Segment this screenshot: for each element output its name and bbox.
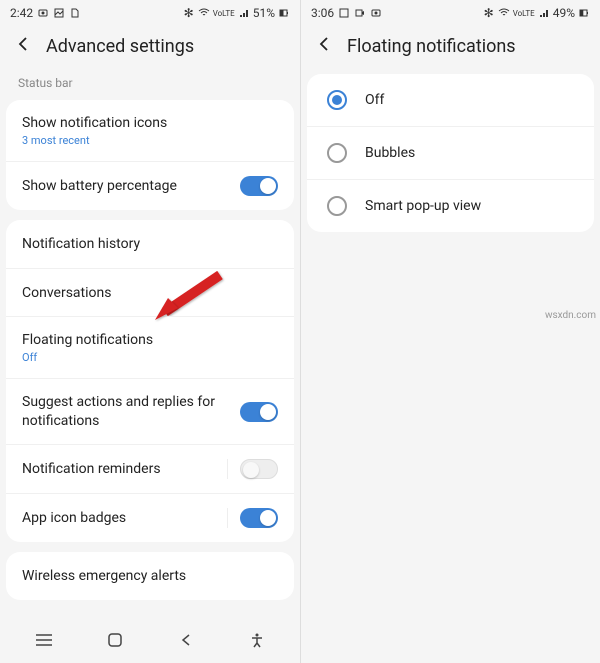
- phone-right: 3:06 ✻ VoLTE 49% Floating notifications …: [300, 0, 600, 663]
- statusbar-left: 2:42 ✻ VoLTE 51%: [0, 0, 300, 26]
- option-off[interactable]: Off: [307, 74, 594, 126]
- nav-back[interactable]: [166, 620, 206, 660]
- nav-home[interactable]: [95, 620, 135, 660]
- volte-label: VoLTE: [513, 9, 535, 18]
- row-title: Show notification icons: [22, 114, 278, 132]
- toggle-reminders[interactable]: [240, 459, 278, 479]
- option-label: Bubbles: [365, 144, 415, 162]
- battery-pct: 51%: [253, 6, 275, 20]
- option-smart[interactable]: Smart pop-up view: [307, 179, 594, 232]
- row-history[interactable]: Notification history: [6, 220, 294, 268]
- image-icon: [338, 7, 350, 19]
- card-emergency: Wireless emergency alerts: [6, 552, 294, 600]
- nav-accessibility[interactable]: [237, 620, 277, 660]
- row-floating[interactable]: Floating notifications Off: [6, 316, 294, 378]
- bluetooth-icon: ✻: [483, 7, 495, 19]
- wifi-icon: [198, 7, 210, 19]
- row-title: Notification history: [22, 235, 278, 253]
- statusbar-right: 3:06 ✻ VoLTE 49%: [301, 0, 600, 26]
- battery-pct: 49%: [553, 6, 575, 20]
- back-icon[interactable]: [315, 34, 333, 58]
- row-reminders[interactable]: Notification reminders: [6, 444, 294, 493]
- row-conversations[interactable]: Conversations: [6, 268, 294, 316]
- clock: 2:42: [10, 6, 33, 20]
- camera-icon: [37, 7, 49, 19]
- option-label: Smart pop-up view: [365, 197, 481, 215]
- navbar-left: [0, 617, 300, 663]
- page-title: Advanced settings: [46, 36, 194, 57]
- header-right: Floating notifications: [301, 26, 600, 70]
- row-title: Wireless emergency alerts: [22, 567, 278, 585]
- radio-icon: [327, 90, 347, 110]
- row-title: Suggest actions and replies for notifica…: [22, 393, 240, 429]
- battery-icon: [578, 7, 590, 19]
- row-title: Show battery percentage: [22, 177, 240, 195]
- row-sub: 3 most recent: [22, 134, 278, 147]
- clock: 3:06: [311, 6, 334, 20]
- row-badges[interactable]: App icon badges: [6, 493, 294, 542]
- image-icon: [53, 7, 65, 19]
- row-title: Conversations: [22, 284, 278, 302]
- row-title: Floating notifications: [22, 331, 278, 349]
- signal-icon: [538, 7, 550, 19]
- watermark: wsxdn.com: [545, 310, 596, 321]
- option-label: Off: [365, 91, 384, 109]
- row-suggest[interactable]: Suggest actions and replies for notifica…: [6, 378, 294, 443]
- signal-icon: [238, 7, 250, 19]
- content-left: Status bar Show notification icons 3 mos…: [0, 70, 300, 617]
- row-show-icons[interactable]: Show notification icons 3 most recent: [6, 100, 294, 161]
- volte-label: VoLTE: [213, 9, 235, 18]
- camera-icon: [370, 7, 382, 19]
- card-statusbar-settings: Show notification icons 3 most recent Sh…: [6, 100, 294, 210]
- row-wireless-alerts[interactable]: Wireless emergency alerts: [6, 552, 294, 600]
- video-icon: [354, 7, 366, 19]
- phone-left: 2:42 ✻ VoLTE 51% Advanced settings Statu…: [0, 0, 300, 663]
- row-sub: Off: [22, 351, 278, 364]
- row-title: Notification reminders: [22, 460, 227, 478]
- page-title: Floating notifications: [347, 36, 516, 57]
- radio-icon: [327, 196, 347, 216]
- row-battery-pct[interactable]: Show battery percentage: [6, 161, 294, 210]
- wifi-icon: [498, 7, 510, 19]
- content-right: Off Bubbles Smart pop-up view: [301, 70, 600, 663]
- option-bubbles[interactable]: Bubbles: [307, 126, 594, 179]
- bluetooth-icon: ✻: [183, 7, 195, 19]
- sim-icon: [69, 7, 81, 19]
- section-status-bar: Status bar: [0, 70, 300, 96]
- header-left: Advanced settings: [0, 26, 300, 70]
- back-icon[interactable]: [14, 34, 32, 58]
- battery-icon: [278, 7, 290, 19]
- card-notification-settings: Notification history Conversations Float…: [6, 220, 294, 542]
- toggle-badges[interactable]: [240, 508, 278, 528]
- card-floating-options: Off Bubbles Smart pop-up view: [307, 74, 594, 232]
- toggle-suggest[interactable]: [240, 402, 278, 422]
- toggle-battery-pct[interactable]: [240, 176, 278, 196]
- row-title: App icon badges: [22, 509, 227, 527]
- radio-icon: [327, 143, 347, 163]
- nav-recent[interactable]: [24, 620, 64, 660]
